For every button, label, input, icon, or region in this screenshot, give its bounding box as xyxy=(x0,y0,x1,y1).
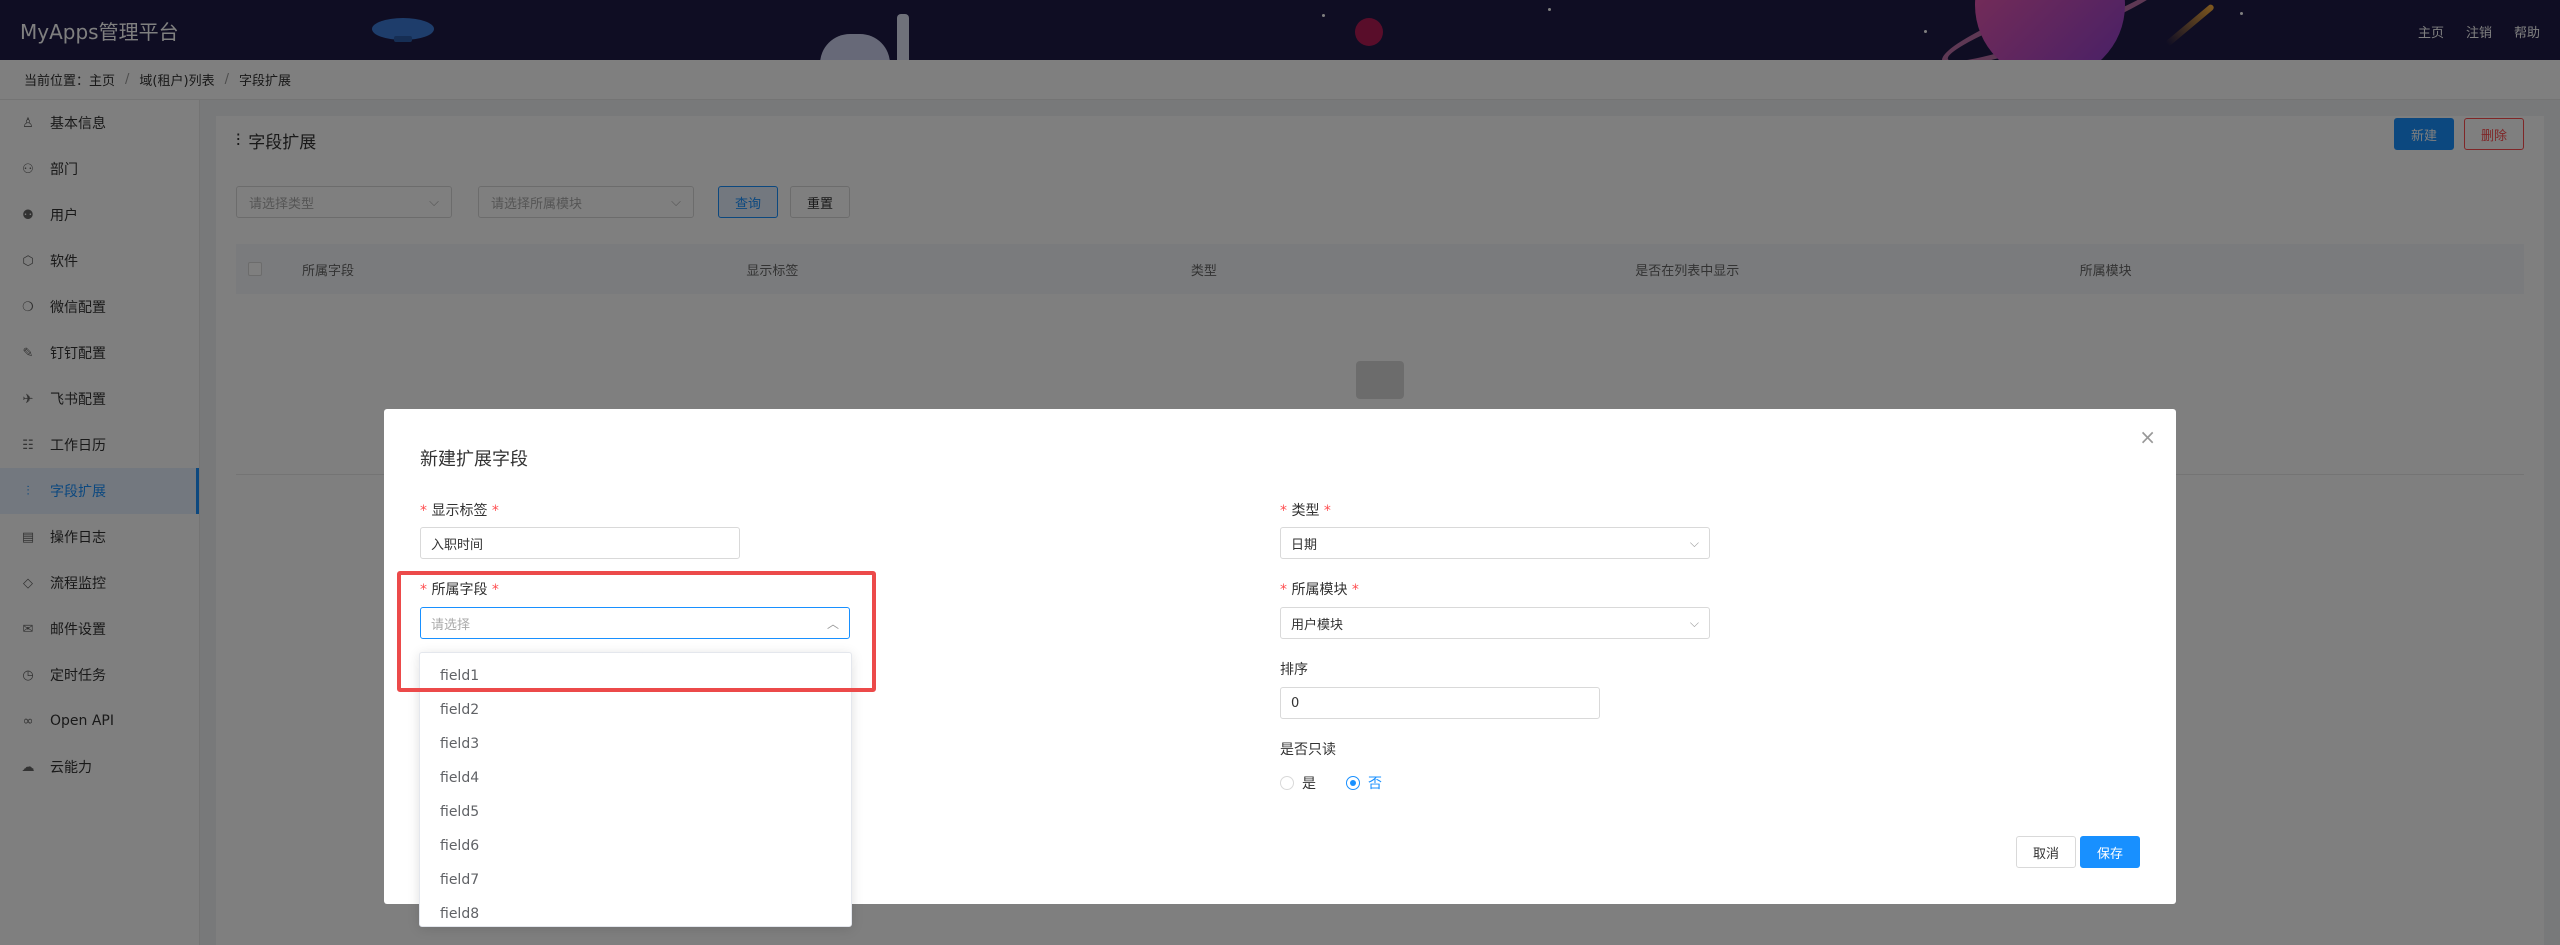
radio-label: 否 xyxy=(1368,776,1382,792)
dropdown-option-field1[interactable]: field1 xyxy=(420,659,851,693)
save-button[interactable]: 保存 xyxy=(2079,836,2140,868)
field-select-placeholder: 请选择 xyxy=(431,617,471,633)
cancel-button[interactable]: 取消 xyxy=(2015,836,2076,868)
sort-input[interactable]: 0 xyxy=(1280,687,1600,719)
field-select[interactable]: 请选择 ︿ xyxy=(420,607,850,639)
display-label-input[interactable]: 入职时间 xyxy=(420,527,740,559)
type-select[interactable]: 日期 ⌵ xyxy=(1280,527,1710,559)
readonly-radio-group: 是 否 xyxy=(1280,773,1382,793)
dialog-title: 新建扩展字段 xyxy=(420,449,528,470)
chevron-down-icon: ⌵ xyxy=(1689,535,1699,550)
dropdown-option-field2[interactable]: field2 xyxy=(420,693,851,727)
readonly-yes-radio[interactable]: 是 xyxy=(1280,773,1316,793)
chevron-down-icon: ⌵ xyxy=(1689,615,1699,630)
sort-label: 排序 xyxy=(1280,662,1308,678)
chevron-up-icon: ︿ xyxy=(826,616,839,631)
radio-label: 是 xyxy=(1302,776,1316,792)
module-select-value: 用户模块 xyxy=(1291,617,1344,633)
dropdown-option-field8[interactable]: field8 xyxy=(420,897,851,926)
field-dropdown: field1 field2 field3 field4 field5 field… xyxy=(419,652,852,927)
dropdown-option-field7[interactable]: field7 xyxy=(420,863,851,897)
dropdown-option-field6[interactable]: field6 xyxy=(420,829,851,863)
close-icon[interactable]: × xyxy=(2139,425,2156,449)
radio-dot xyxy=(1280,776,1294,790)
module-select[interactable]: 用户模块 ⌵ xyxy=(1280,607,1710,639)
display-label-value: 入职时间 xyxy=(431,537,484,553)
readonly-label: 是否只读 xyxy=(1280,742,1336,758)
readonly-no-radio[interactable]: 否 xyxy=(1346,773,1382,793)
type-select-value: 日期 xyxy=(1291,537,1318,553)
field-label: * 所属字段 * xyxy=(420,582,499,598)
radio-dot xyxy=(1346,776,1360,790)
dropdown-option-field3[interactable]: field3 xyxy=(420,727,851,761)
dropdown-option-field5[interactable]: field5 xyxy=(420,795,851,829)
type-label: * 类型 * xyxy=(1280,503,1331,519)
display-label-label: * 显示标签 * xyxy=(420,503,499,519)
module-label: * 所属模块 * xyxy=(1280,582,1359,598)
sort-value: 0 xyxy=(1291,695,1300,711)
dropdown-option-field4[interactable]: field4 xyxy=(420,761,851,795)
